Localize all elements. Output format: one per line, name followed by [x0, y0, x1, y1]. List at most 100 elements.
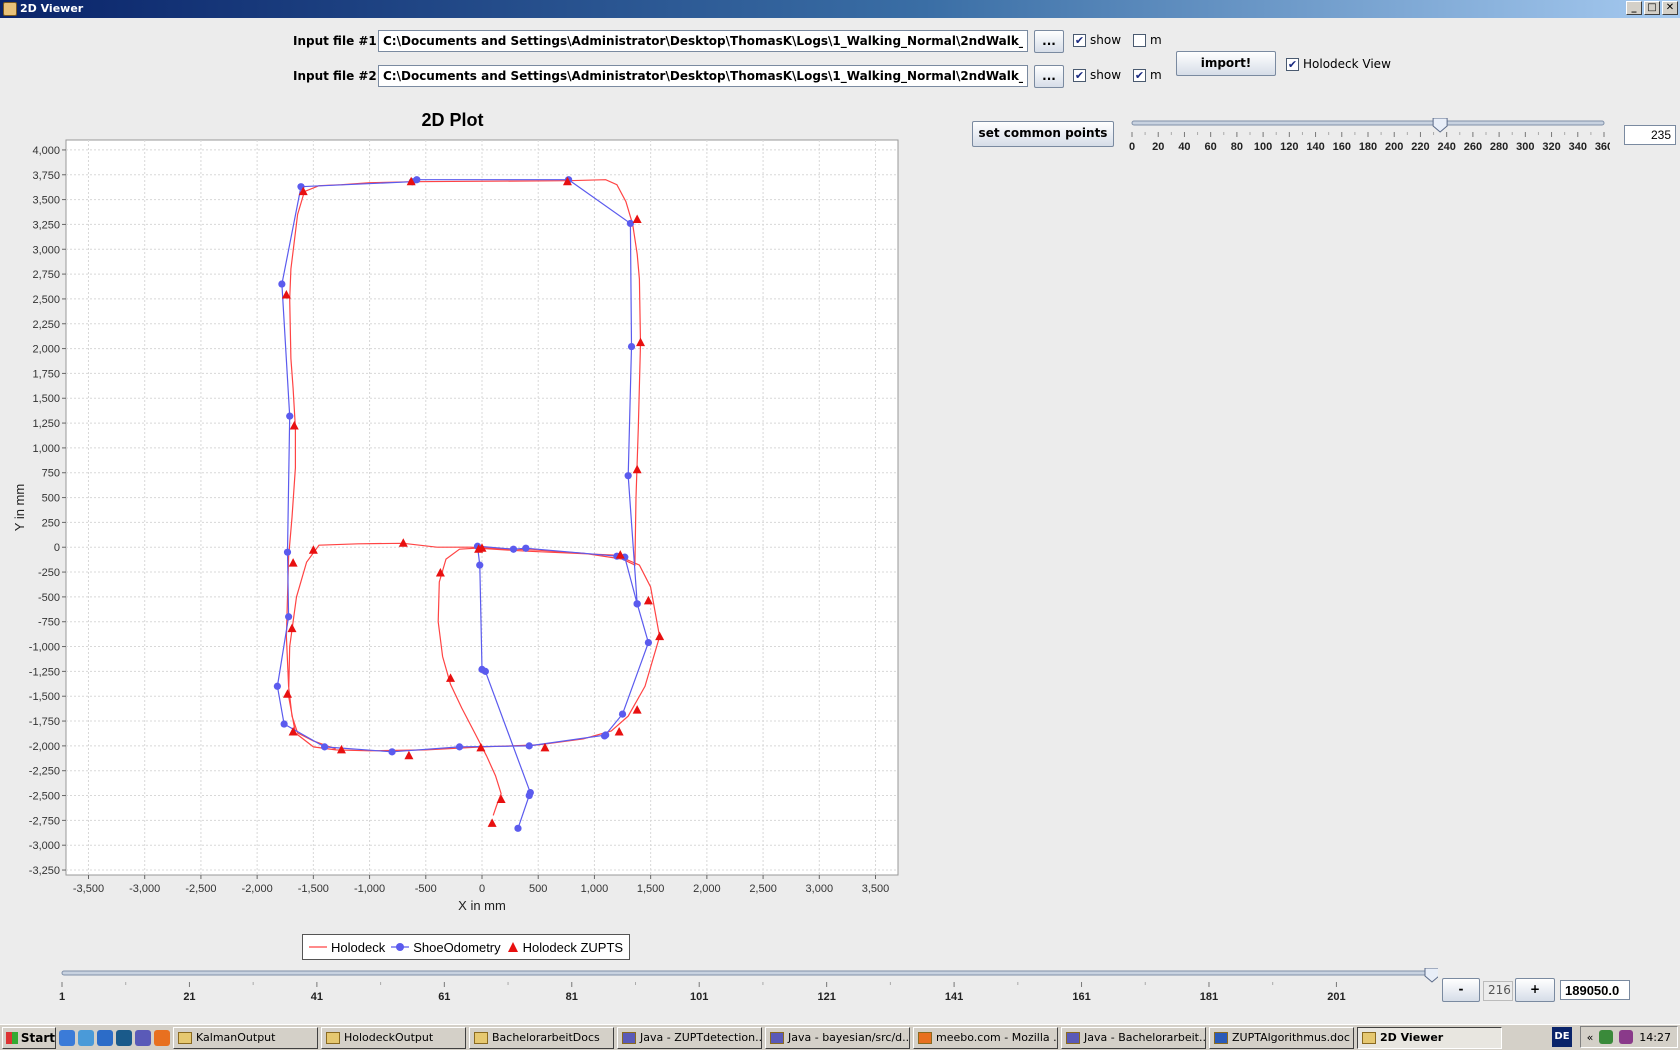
network-icon[interactable]: [1599, 1030, 1614, 1044]
task-kalmanoutput[interactable]: KalmanOutput: [173, 1026, 318, 1049]
minimize-icon[interactable]: _: [1626, 1, 1642, 15]
x-tick-label: -1,000: [354, 883, 385, 895]
show-file-1-checkbox[interactable]: ✔ show: [1073, 33, 1121, 47]
x-tick-label: 2,500: [749, 883, 777, 895]
time-index-slider[interactable]: 1 21 41 61 81 101 121 141 161 181 201: [58, 968, 1438, 1008]
y-tick-label: 1,000: [32, 443, 60, 455]
checkbox-box[interactable]: [1133, 33, 1146, 47]
data-point-circle: [455, 743, 464, 751]
triangle-marker-icon: [507, 942, 518, 952]
browse-file-1-button[interactable]: ...: [1034, 30, 1064, 53]
slider-tick-label: 21: [183, 991, 195, 1003]
x-tick-label: 1,000: [581, 883, 609, 895]
x-tick-label: 3,000: [806, 883, 834, 895]
chevron-left-icon[interactable]: «: [1587, 1031, 1594, 1044]
task-holodeckoutput[interactable]: HolodeckOutput: [321, 1026, 466, 1049]
data-point-circle: [514, 824, 522, 832]
y-tick-label: 2,000: [32, 344, 60, 356]
y-tick-label: 1,750: [32, 368, 60, 380]
task-java-bachelor[interactable]: Java - Bachelorarbeit...: [1061, 1026, 1206, 1049]
y-tick-label: -2,500: [29, 791, 60, 803]
legend-item-holodeck: Holodeck: [309, 940, 385, 955]
rotation-angle-slider[interactable]: 0 20 40 60 80 100 120 140 160 180 200 220 240 260 280 3…: [1128, 118, 1610, 156]
task-bachelorarbeitdocs[interactable]: BachelorarbeitDocs: [469, 1026, 614, 1049]
m-file-1-checkbox[interactable]: m: [1133, 33, 1162, 47]
slider-tick-label: 300: [1516, 141, 1534, 153]
plot-2d-chart[interactable]: -3,500 -3,000 -2,500 -2,000 -1,500 -1,000 -500…: [0, 130, 905, 930]
slider-tick-label: 360: [1595, 141, 1610, 153]
input-file-1-path[interactable]: [378, 30, 1028, 52]
task-java-bayesian[interactable]: Java - bayesian/src/d...: [765, 1026, 910, 1049]
data-point-circle: [633, 600, 641, 608]
y-tick-label: 750: [42, 468, 60, 480]
data-point-circle: [278, 280, 286, 288]
y-tick-label: -2,000: [29, 741, 60, 753]
eclipse-icon: [770, 1031, 784, 1044]
slider-track[interactable]: [61, 970, 1433, 976]
checkbox-box[interactable]: ✔: [1286, 57, 1299, 71]
slider-thumb[interactable]: [1424, 968, 1438, 983]
browse-file-2-button[interactable]: ...: [1034, 65, 1064, 88]
slider-tick-label: 60: [1205, 141, 1217, 153]
data-point-circle: [522, 544, 530, 552]
show-file-2-checkbox[interactable]: ✔ show: [1073, 68, 1121, 82]
timestamp-field[interactable]: [1560, 980, 1630, 1000]
window-title-bar[interactable]: 2D Viewer _ □ ✕: [0, 0, 1680, 18]
browser-icon[interactable]: [78, 1029, 94, 1046]
legend-label: ShoeOdometry: [413, 939, 501, 955]
chart-legend: Holodeck ShoeOdometry Holodeck ZUPTS: [302, 934, 631, 960]
data-point-circle: [320, 743, 329, 751]
data-point-circle: [626, 219, 635, 228]
app-icon[interactable]: [116, 1029, 132, 1046]
slider-thumb[interactable]: [1432, 118, 1448, 133]
step-back-button[interactable]: -: [1442, 978, 1480, 1002]
ie-icon[interactable]: [59, 1029, 75, 1046]
import-button[interactable]: import!: [1176, 51, 1276, 76]
task-zupt-doc[interactable]: ZUPTAlgorithmus.doc ...: [1209, 1026, 1354, 1049]
y-tick-label: 1,250: [32, 418, 60, 430]
set-common-points-button[interactable]: set common points: [972, 121, 1114, 147]
data-point-circle: [286, 412, 294, 420]
language-indicator[interactable]: DE: [1552, 1027, 1572, 1047]
slider-tick-label: 80: [1231, 141, 1243, 153]
java-cup-icon: [1362, 1031, 1376, 1044]
eclipse-icon[interactable]: [135, 1029, 151, 1046]
checkbox-box[interactable]: ✔: [1073, 68, 1086, 82]
checkbox-box[interactable]: ✔: [1073, 33, 1086, 47]
step-forward-button[interactable]: +: [1515, 978, 1555, 1002]
file-input-panel: Input file #1: ... ✔ show m Input file #…: [0, 18, 1680, 110]
close-icon[interactable]: ✕: [1662, 1, 1678, 15]
task-java-zupt[interactable]: Java - ZUPTdetection...: [617, 1026, 762, 1049]
task-meebo[interactable]: meebo.com - Mozilla ...: [913, 1026, 1058, 1049]
slider-tick-label: 200: [1385, 141, 1403, 153]
y-tick-label: -2,250: [29, 766, 60, 778]
slider-tick-label: 141: [945, 991, 963, 1003]
eclipse-icon: [622, 1031, 636, 1044]
y-tick-label: -1,000: [29, 642, 60, 654]
media-player-icon[interactable]: [97, 1029, 113, 1046]
task-2d-viewer[interactable]: 2D Viewer: [1357, 1026, 1502, 1049]
m-file-2-checkbox[interactable]: ✔ m: [1133, 68, 1162, 82]
legend-item-shoe-odometry: ShoeOdometry: [391, 939, 501, 955]
x-axis-label: X in mm: [458, 898, 506, 913]
start-button[interactable]: Start: [2, 1026, 56, 1049]
y-tick-label: 3,000: [32, 244, 60, 256]
checkbox-box[interactable]: ✔: [1133, 68, 1146, 82]
input-file-2-path[interactable]: [378, 65, 1028, 87]
maximize-icon[interactable]: □: [1644, 1, 1660, 15]
rotation-angle-field[interactable]: [1624, 125, 1676, 145]
holodeck-view-checkbox[interactable]: ✔ Holodeck View: [1286, 57, 1391, 71]
clock: 14:27: [1639, 1030, 1671, 1044]
y-tick-label: -250: [38, 567, 60, 579]
firefox-icon[interactable]: [154, 1029, 170, 1046]
data-point-circle: [525, 742, 533, 750]
system-tray: « 14:27: [1579, 1026, 1678, 1048]
tray-app-icon[interactable]: [1619, 1030, 1634, 1044]
folder-icon: [178, 1031, 192, 1044]
data-point-circle: [526, 788, 534, 797]
y-tick-label: 500: [42, 493, 60, 505]
data-point-circle: [478, 665, 486, 673]
slider-track[interactable]: [1131, 120, 1605, 126]
y-tick-label: 2,250: [32, 319, 60, 331]
slider-tick-label: 181: [1200, 991, 1218, 1003]
